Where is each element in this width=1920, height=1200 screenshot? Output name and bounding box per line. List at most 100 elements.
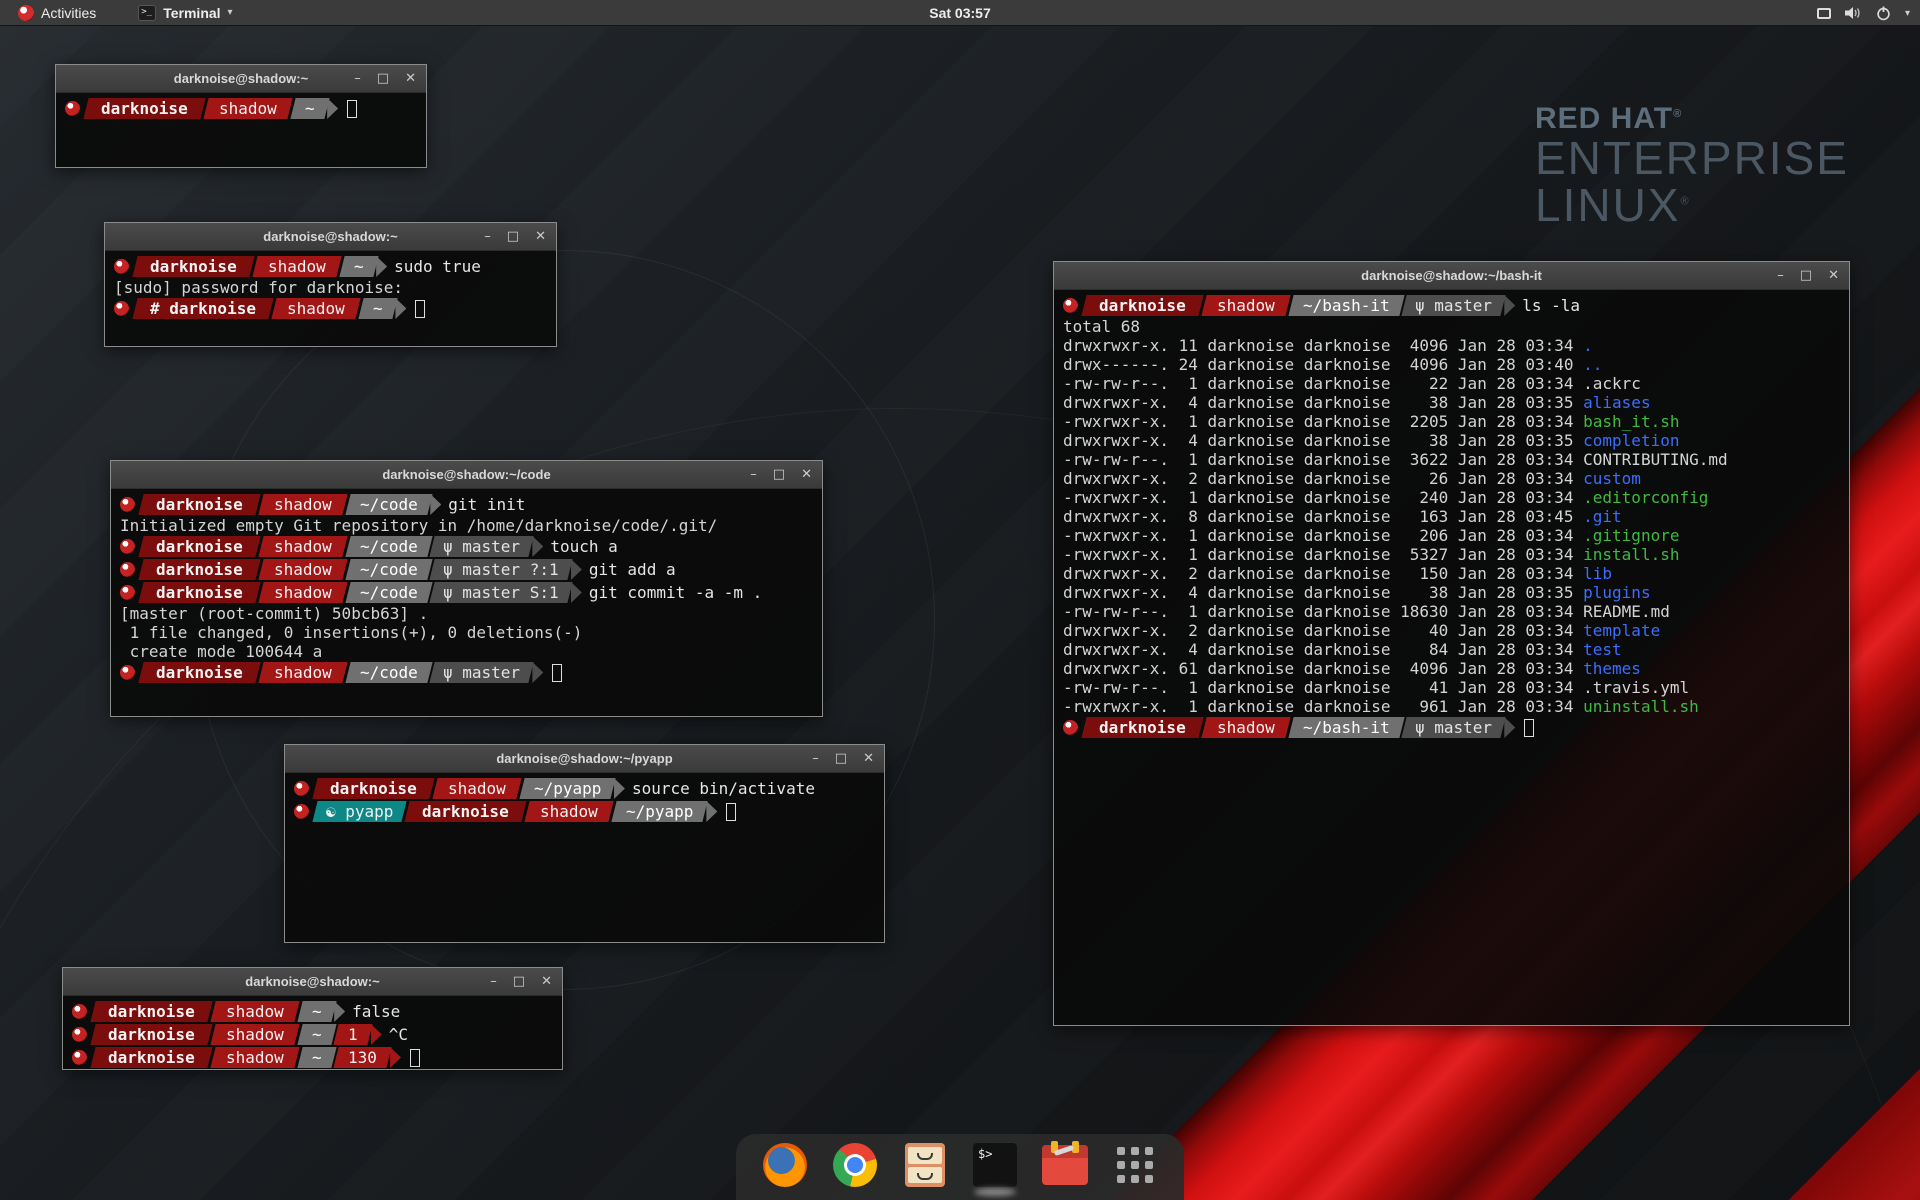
window-title: darknoise@shadow:~ — [174, 71, 308, 86]
command-text: git commit -a -m . — [589, 583, 762, 602]
window-titlebar[interactable]: darknoise@shadow:~–□✕ — [105, 223, 556, 251]
clock[interactable]: Sat 03:57 — [929, 5, 990, 21]
dock-item-app-grid[interactable] — [1112, 1142, 1158, 1188]
close-button[interactable]: ✕ — [1828, 262, 1839, 290]
minimize-button[interactable]: – — [484, 223, 491, 251]
prompt-path-segment: ~/code — [345, 536, 432, 557]
close-button[interactable]: ✕ — [863, 745, 874, 773]
prompt-arrow-tip — [532, 662, 543, 683]
close-button[interactable]: ✕ — [801, 461, 812, 489]
app-grid-dot — [1145, 1147, 1153, 1155]
minimize-button[interactable]: – — [1777, 262, 1784, 290]
window-titlebar[interactable]: darknoise@shadow:~–□✕ — [63, 968, 562, 996]
file-name: .git — [1583, 507, 1622, 526]
file-owner: darknoise — [1198, 526, 1294, 545]
file-owner: darknoise — [1198, 659, 1294, 678]
prompt-arrow-tip — [376, 256, 387, 277]
redhat-prompt-icon — [1063, 720, 1078, 735]
file-permissions: -rwxrwxr-x. — [1063, 697, 1169, 716]
file-list-row: drwxrwxr-x.4darknoisedarknoise38Jan 28 0… — [1063, 431, 1840, 450]
prompt-arrow-tip — [1504, 717, 1515, 738]
terminal-prompt-line: darknoiseshadow~/codeψ master S:1git com… — [120, 581, 813, 604]
file-list-row: -rwxrwxr-x.1darknoisedarknoise961Jan 28 … — [1063, 697, 1840, 716]
minimize-button[interactable]: – — [490, 968, 497, 996]
terminal-cursor — [726, 803, 736, 821]
window-titlebar[interactable]: darknoise@shadow:~ –□ ✕ — [56, 65, 426, 93]
window-titlebar[interactable]: darknoise@shadow:~/pyapp–□✕ — [285, 745, 884, 773]
dock-item-files[interactable] — [902, 1142, 948, 1188]
terminal-screen[interactable]: darknoiseshadow~/codegit initInitialized… — [111, 489, 822, 716]
file-group: darknoise — [1294, 507, 1390, 526]
prompt-path-segment: ~ — [297, 1047, 336, 1068]
file-size: 206 — [1391, 526, 1449, 545]
prompt-path-segment: ~ — [297, 1024, 336, 1045]
terminal-screen[interactable]: darknoiseshadow~/bash-itψ masterls -lato… — [1054, 290, 1849, 1025]
prompt-user-segment: darknoise — [138, 582, 260, 603]
prompt-host-text: shadow — [226, 1047, 284, 1068]
app-grid-dot — [1131, 1175, 1139, 1183]
terminal-screen[interactable]: darknoiseshadow~falsedarknoiseshadow~1^C… — [63, 996, 562, 1069]
prompt-path-segment: ~/code — [345, 559, 432, 580]
app-grid-dot — [1117, 1147, 1125, 1155]
file-links: 1 — [1169, 412, 1198, 431]
app-menu-terminal[interactable]: >_ Terminal ▾ — [128, 0, 242, 26]
prompt-path-text: ~ — [354, 256, 364, 277]
file-group: darknoise — [1294, 488, 1390, 507]
window-titlebar[interactable]: darknoise@shadow:~/code–□✕ — [111, 461, 822, 489]
prompt-path-segment: ~/code — [345, 582, 432, 603]
close-button[interactable]: ✕ — [535, 223, 546, 251]
dock-item-toolbox[interactable] — [1042, 1142, 1088, 1188]
dock-item-firefox[interactable] — [762, 1142, 808, 1188]
app-grid-dot — [1145, 1175, 1153, 1183]
file-links: 11 — [1169, 336, 1198, 355]
maximize-button[interactable]: □ — [377, 65, 389, 93]
app-menu-label: Terminal — [163, 5, 220, 21]
maximize-button[interactable]: □ — [835, 745, 847, 773]
prompt-path-segment: ~/bash-it — [1288, 717, 1404, 738]
maximize-button[interactable]: □ — [507, 223, 519, 251]
prompt-path-segment: ~/pyapp — [519, 778, 616, 799]
minimize-button[interactable]: – — [750, 461, 757, 489]
file-name: .. — [1583, 355, 1602, 374]
terminal-prompt-line: darknoiseshadow~/bash-itψ master — [1063, 716, 1840, 739]
minimize-button[interactable]: – — [354, 65, 361, 93]
prompt-path-text: ~ — [305, 98, 315, 119]
dock-item-chrome[interactable] — [832, 1142, 878, 1188]
file-name: template — [1583, 621, 1660, 640]
close-button[interactable]: ✕ — [405, 65, 416, 93]
terminal-screen[interactable]: darknoiseshadow~/pyappsource bin/activat… — [285, 773, 884, 942]
close-button[interactable]: ✕ — [541, 968, 552, 996]
prompt-user-text: darknoise — [108, 1024, 195, 1045]
prompt-host-text: shadow — [274, 559, 332, 580]
file-date: Jan 28 03:34 — [1448, 659, 1573, 678]
window-titlebar[interactable]: darknoise@shadow:~/bash-it–□✕ — [1054, 262, 1849, 290]
file-owner: darknoise — [1198, 431, 1294, 450]
maximize-button[interactable]: □ — [1800, 262, 1812, 290]
activities-button[interactable]: Activities — [10, 0, 104, 26]
prompt-arrow-tip — [430, 494, 441, 515]
maximize-button[interactable]: □ — [773, 461, 785, 489]
file-group: darknoise — [1294, 526, 1390, 545]
minimize-button[interactable]: – — [812, 745, 819, 773]
file-permissions: -rw-rw-r--. — [1063, 374, 1169, 393]
chrome-icon — [833, 1143, 877, 1187]
terminal-screen[interactable]: darknoiseshadow~sudo true[sudo] password… — [105, 251, 556, 346]
terminal-prompt-line: darknoiseshadow~/pyappsource bin/activat… — [294, 777, 875, 800]
prompt-exit-text: 130 — [348, 1047, 377, 1068]
terminal-prompt-line: darknoiseshadow~sudo true — [114, 255, 547, 278]
system-status-area[interactable]: ▾ — [1817, 0, 1910, 26]
file-size: 40 — [1391, 621, 1449, 640]
file-owner: darknoise — [1198, 697, 1294, 716]
terminal-window: darknoise@shadow:~/bash-it–□✕darknoisesh… — [1053, 261, 1850, 1026]
terminal-cursor — [410, 1049, 420, 1067]
file-size: 240 — [1391, 488, 1449, 507]
terminal-prompt-line: darknoiseshadow~/codeψ master ?:1git add… — [120, 558, 813, 581]
maximize-button[interactable]: □ — [513, 968, 525, 996]
terminal-cursor — [552, 664, 562, 682]
terminal-screen[interactable]: darknoiseshadow~ — [56, 93, 426, 167]
chevron-down-icon: ▾ — [1905, 8, 1910, 19]
terminal-icon: $> — [973, 1143, 1017, 1187]
file-date: Jan 28 03:34 — [1448, 374, 1573, 393]
dock-item-terminal[interactable]: $> — [972, 1142, 1018, 1188]
file-links: 2 — [1169, 621, 1198, 640]
